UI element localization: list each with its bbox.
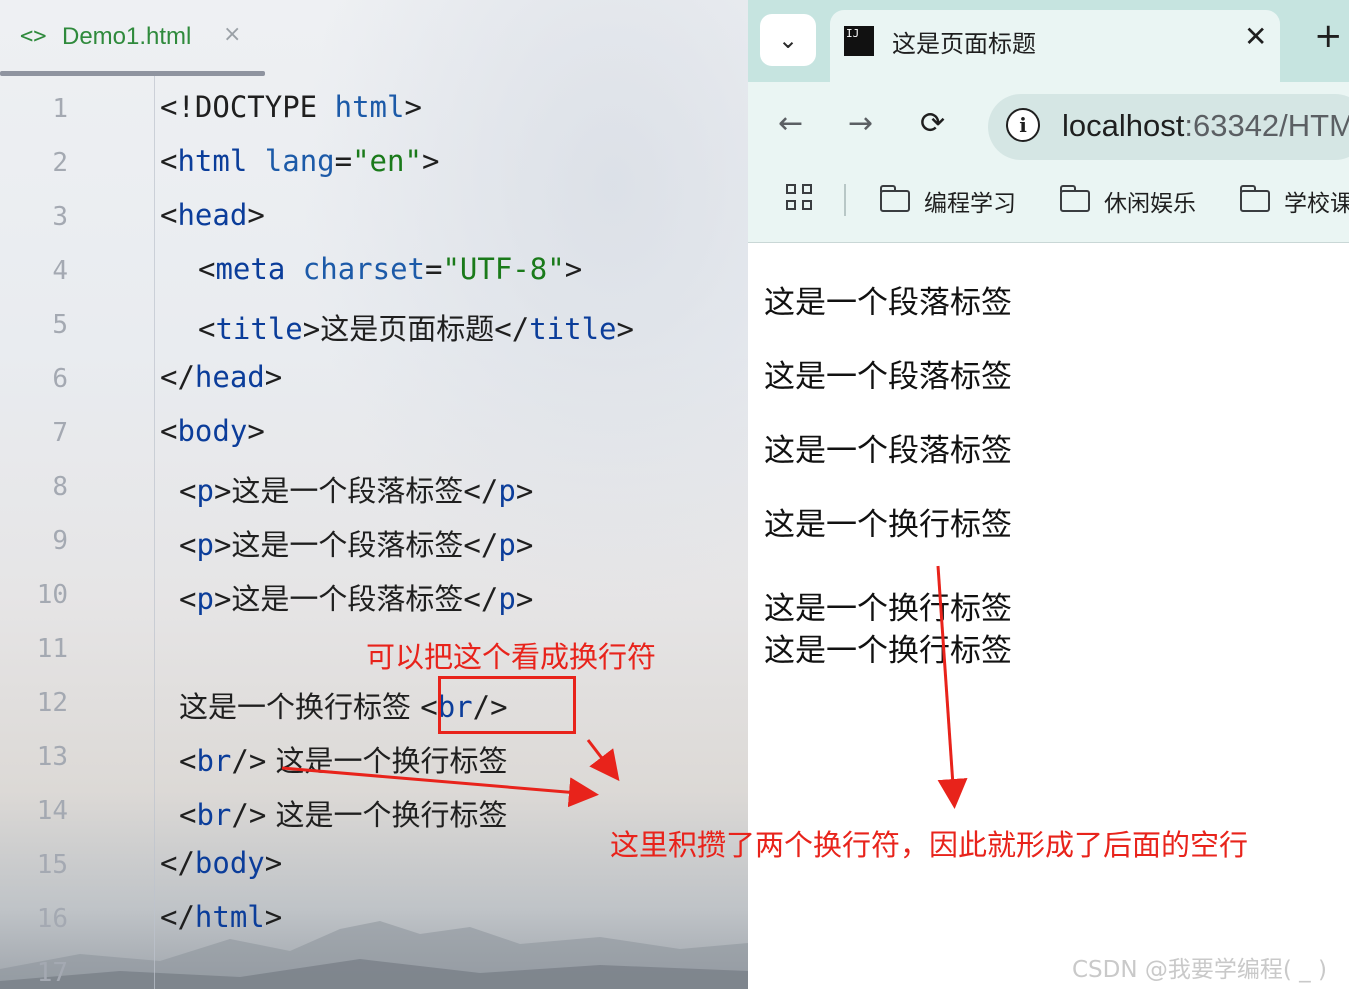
- apps-grid-icon[interactable]: [786, 184, 816, 214]
- line-number: 16: [36, 904, 68, 934]
- line-number: 6: [52, 364, 68, 394]
- folder-icon: [879, 185, 910, 212]
- line-number: 4: [52, 256, 68, 286]
- code-line-8[interactable]: <p>这是一个段落标签</p>: [179, 468, 533, 510]
- close-icon[interactable]: ×: [223, 22, 241, 47]
- paragraph: 这是一个段落标签: [764, 433, 1012, 469]
- line-number: 14: [36, 796, 68, 826]
- active-tab-indicator: [0, 71, 265, 76]
- url-text: localhost:63342/HTM: [1062, 108, 1349, 143]
- paragraph: 这是一个段落标签: [764, 359, 1012, 395]
- editor-tab-bar: <> Demo1.html ×: [0, 0, 748, 76]
- browser-toolbar: ← → ⟳ i localhost:63342/HTM: [748, 82, 1349, 170]
- line-number: 1: [52, 94, 68, 124]
- code-brackets-icon: <>: [20, 24, 47, 49]
- code-line-6[interactable]: </head>: [160, 360, 282, 394]
- chevron-down-icon[interactable]: ⌄: [760, 14, 816, 66]
- forward-arrow-icon[interactable]: →: [848, 106, 873, 141]
- browser-tab-active[interactable]: IJ 这是页面标题 ✕: [830, 10, 1280, 82]
- reload-icon[interactable]: ⟳: [920, 106, 945, 141]
- line-number: 8: [52, 472, 68, 502]
- line-number: 2: [52, 148, 68, 178]
- code-line-4[interactable]: <meta charset="UTF-8">: [198, 252, 582, 286]
- line-number: 10: [36, 580, 68, 610]
- csdn-watermark: CSDN @我要学编程( _ ): [1072, 957, 1327, 983]
- code-line-16[interactable]: </html>: [160, 900, 282, 934]
- back-arrow-icon[interactable]: ←: [778, 106, 803, 141]
- line-number: 12: [36, 688, 68, 718]
- code-line-3[interactable]: <head>: [160, 198, 265, 232]
- paragraph: 这是一个段落标签: [764, 285, 1012, 321]
- line-break-text: 这是一个换行标签: [764, 507, 1012, 543]
- tab-demo1-html[interactable]: <> Demo1.html ×: [0, 0, 265, 76]
- bookmarks-separator: [844, 184, 846, 216]
- blank-line-annotation-text: 这里积攒了两个换行符，因此就形成了后面的空行: [610, 828, 1249, 862]
- line-break-text: 这是一个换行标签: [764, 591, 1012, 627]
- close-icon[interactable]: ✕: [1244, 20, 1267, 53]
- browser-tab-title: 这是页面标题: [892, 30, 1036, 58]
- page-content: 这是一个段落标签 这是一个段落标签 这是一个段落标签 这是一个换行标签 这是一个…: [748, 243, 1349, 989]
- bookmarks-bar: 编程学习 休闲娱乐 学校课: [748, 170, 1349, 242]
- gutter-separator: [154, 76, 155, 989]
- new-tab-icon[interactable]: +: [1314, 16, 1343, 56]
- code-line-5[interactable]: <title>这是页面标题</title>: [198, 306, 634, 348]
- br-highlight-box: [438, 676, 576, 734]
- browser-chrome: ⌄ IJ 这是页面标题 ✕ + ← → ⟳ i localhost:63342/…: [748, 0, 1349, 243]
- line-number: 15: [36, 850, 68, 880]
- favicon-icon: IJ: [844, 26, 874, 56]
- folder-icon: [1059, 185, 1090, 212]
- line-number: 11: [36, 634, 68, 664]
- line-break-text: 这是一个换行标签: [764, 633, 1012, 669]
- code-line-2[interactable]: <html lang="en">: [160, 144, 439, 178]
- bookmark-folder-3[interactable]: 学校课: [1239, 184, 1349, 218]
- line-number: 13: [36, 742, 68, 772]
- code-line-15[interactable]: </body>: [160, 846, 282, 880]
- code-line-14[interactable]: <br/> 这是一个换行标签: [179, 792, 508, 834]
- code-line-13[interactable]: <br/> 这是一个换行标签: [179, 738, 508, 780]
- code-line-1[interactable]: <!DOCTYPE html>: [160, 90, 422, 124]
- code-line-10[interactable]: <p>这是一个段落标签</p>: [179, 576, 533, 618]
- code-line-9[interactable]: <p>这是一个段落标签</p>: [179, 522, 533, 564]
- folder-icon: [1239, 185, 1270, 212]
- code-line-7[interactable]: <body>: [160, 414, 265, 448]
- tab-filename: Demo1.html: [62, 23, 192, 50]
- info-icon[interactable]: i: [1006, 108, 1040, 142]
- line-number: 17: [36, 958, 68, 988]
- address-bar[interactable]: i localhost:63342/HTM: [988, 94, 1349, 160]
- bookmark-folder-1[interactable]: 编程学习: [879, 184, 1016, 218]
- line-number: 7: [52, 418, 68, 448]
- br-annotation-text: 可以把这个看成换行符: [366, 640, 657, 674]
- browser-tab-strip: ⌄ IJ 这是页面标题 ✕ +: [748, 0, 1349, 82]
- line-number: 5: [52, 310, 68, 340]
- line-number: 9: [52, 526, 68, 556]
- line-number: 3: [52, 202, 68, 232]
- editor-background-mountains: [0, 921, 748, 989]
- bookmark-folder-2[interactable]: 休闲娱乐: [1059, 184, 1196, 218]
